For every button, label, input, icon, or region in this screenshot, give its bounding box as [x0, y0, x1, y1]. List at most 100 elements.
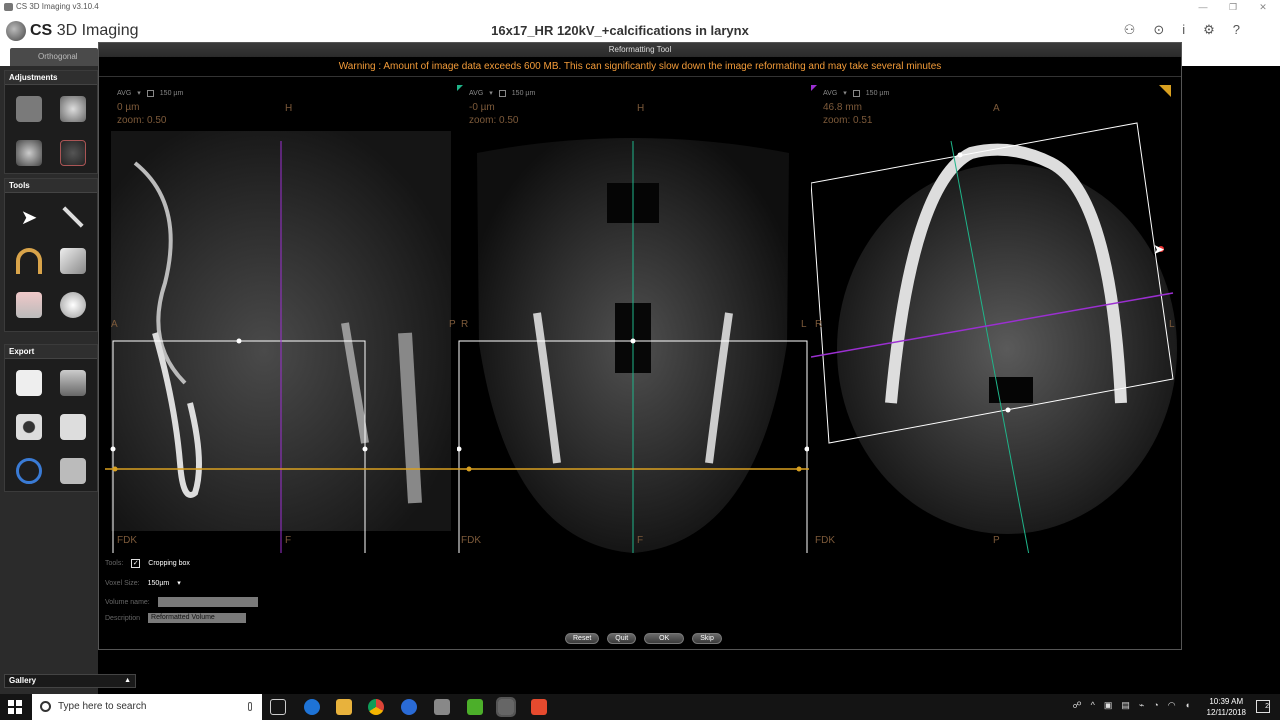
- tooth-tool[interactable]: [51, 283, 95, 327]
- copy-icon[interactable]: [852, 89, 860, 97]
- report-export[interactable]: [7, 361, 51, 405]
- thickness-value: 150 µm: [865, 89, 890, 97]
- view-color-marker: [1159, 85, 1171, 97]
- chevron-down-icon[interactable]: ▾: [489, 89, 493, 97]
- head-render-tool[interactable]: [51, 131, 95, 175]
- copy-icon[interactable]: [498, 89, 506, 97]
- orientation-right: L: [1169, 319, 1175, 330]
- cs-3d-imaging-active-icon[interactable]: [496, 697, 516, 717]
- taskbar-search[interactable]: Type here to search: [32, 694, 262, 720]
- spiral-export[interactable]: [7, 449, 51, 493]
- file-explorer-icon[interactable]: [336, 699, 352, 715]
- tray-app-icon[interactable]: ▣: [1104, 700, 1113, 711]
- teeth-icon: [16, 140, 42, 166]
- ie-browser-icon[interactable]: [401, 699, 417, 715]
- microphone-icon[interactable]: [248, 702, 252, 711]
- tools-label: Tools:: [105, 560, 124, 567]
- zoom-level: zoom: 0.51: [823, 115, 873, 126]
- user-icon[interactable]: ⚇: [1124, 22, 1136, 38]
- mode-select[interactable]: AVG: [469, 90, 483, 97]
- skull-render-tool[interactable]: [51, 87, 95, 131]
- mandible-tool[interactable]: [51, 239, 95, 283]
- folder-icon: [60, 414, 86, 440]
- description-input[interactable]: Reformatted Volume: [148, 613, 247, 623]
- implant-tool[interactable]: [7, 283, 51, 327]
- orientation-left: A: [111, 319, 118, 330]
- restore-icon[interactable]: ❐: [1218, 0, 1248, 14]
- arch-tool[interactable]: [7, 239, 51, 283]
- imaging-app-icon[interactable]: [434, 699, 450, 715]
- app-header: CS 3D Imaging 16x17_HR 120kV_+calcificat…: [0, 14, 1280, 44]
- pointer-tool[interactable]: ➤: [7, 195, 51, 239]
- taskbar-clock[interactable]: 10:39 AM 12/11/2018: [1207, 696, 1246, 718]
- history-icon[interactable]: ⊙: [1153, 22, 1164, 38]
- close-icon[interactable]: ✕: [1248, 0, 1278, 14]
- axial-image[interactable]: [811, 83, 1181, 553]
- camtasia-icon[interactable]: [467, 699, 483, 715]
- axial-view[interactable]: AVG ▾ 150 µm 46.8 mm zoom: 0.51 A P R L F…: [811, 83, 1181, 553]
- usb-icon[interactable]: ⌁: [1139, 700, 1144, 711]
- axial-toolbar: AVG ▾ 150 µm: [823, 89, 889, 97]
- folder-export[interactable]: [51, 405, 95, 449]
- people-icon[interactable]: ☍: [1072, 700, 1081, 711]
- chevron-down-icon[interactable]: ▾: [177, 579, 181, 587]
- brand-logo-icon: [6, 21, 26, 41]
- sagittal-image[interactable]: [105, 83, 457, 553]
- mode-select[interactable]: AVG: [117, 90, 131, 97]
- task-view-icon[interactable]: [270, 699, 286, 715]
- teeth-render-tool[interactable]: [7, 131, 51, 175]
- thickness-value: 150 µm: [511, 89, 536, 97]
- print-export[interactable]: [51, 361, 95, 405]
- volume-icon[interactable]: ◖: [1185, 700, 1190, 711]
- chrome-icon[interactable]: [368, 699, 384, 715]
- coronal-view[interactable]: AVG ▾ 150 µm -0 µm zoom: 0.50 H F R L FDK: [457, 83, 809, 553]
- snapshot-export[interactable]: [7, 405, 51, 449]
- adjustments-panel: Adjustments: [4, 70, 98, 174]
- notes-export[interactable]: [51, 449, 95, 493]
- orientation-top: A: [993, 103, 1000, 114]
- notification-icon[interactable]: 2: [1256, 700, 1270, 713]
- settings-icon[interactable]: ⚙: [1203, 22, 1215, 38]
- dialog-title: Reformatting Tool: [99, 43, 1181, 57]
- ok-button[interactable]: OK: [644, 633, 685, 644]
- cropping-box-checkbox[interactable]: ✓: [131, 559, 141, 568]
- skip-button[interactable]: Skip: [692, 633, 722, 644]
- windows-start-icon[interactable]: [8, 700, 22, 714]
- study-title: 16x17_HR 120kV_+calcifications in larynx: [491, 23, 749, 38]
- help-icon[interactable]: ?: [1233, 22, 1240, 38]
- chevron-down-icon[interactable]: ▾: [137, 89, 141, 97]
- app-logo-icon: [4, 3, 13, 11]
- brand-name: 3D Imaging: [56, 22, 139, 39]
- voxel-size-select[interactable]: 150µm: [148, 580, 170, 587]
- gallery-bar[interactable]: Gallery ▲: [4, 674, 136, 688]
- brightness-contrast-tool[interactable]: [7, 87, 51, 131]
- copy-icon[interactable]: [146, 89, 154, 97]
- measure-tool[interactable]: [51, 195, 95, 239]
- skull-icon: [60, 96, 86, 122]
- tools-panel: Tools ➤: [4, 178, 98, 332]
- minimize-icon[interactable]: —: [1188, 0, 1218, 14]
- chevron-up-icon[interactable]: ^: [1091, 700, 1095, 711]
- mode-select[interactable]: AVG: [823, 90, 837, 97]
- network-icon[interactable]: ◔: [1153, 700, 1158, 711]
- volume-name-input[interactable]: [157, 597, 258, 607]
- chevron-down-icon[interactable]: ▾: [843, 89, 847, 97]
- orientation-bottom: F: [637, 535, 644, 546]
- edge-browser-icon[interactable]: [304, 699, 320, 715]
- sagittal-view[interactable]: AVG ▾ 150 µm 0 µm zoom: 0.50 H F A P FDK: [105, 83, 457, 553]
- recorder-icon[interactable]: [531, 699, 547, 715]
- info-icon[interactable]: i: [1182, 22, 1185, 38]
- reset-button[interactable]: Reset: [565, 633, 600, 644]
- arrow-cursor-icon: ➤: [20, 206, 38, 229]
- tab-orthogonal-slices[interactable]: Orthogonal Slices: [10, 48, 98, 79]
- coronal-image[interactable]: [457, 83, 809, 553]
- wifi-icon[interactable]: ◠: [1168, 700, 1176, 711]
- left-panel: Adjustments Tools ➤ Export: [0, 66, 98, 698]
- zoom-level: zoom: 0.50: [469, 115, 519, 126]
- tray-app2-icon[interactable]: ▤: [1121, 700, 1130, 711]
- app-titlebar: CS 3D Imaging v3.10.4 — ❐ ✕: [0, 0, 1280, 14]
- quit-button[interactable]: Quit: [607, 633, 637, 644]
- brand-prefix: CS: [30, 22, 53, 39]
- printer-icon: [60, 370, 86, 396]
- notes-icon: [60, 458, 86, 484]
